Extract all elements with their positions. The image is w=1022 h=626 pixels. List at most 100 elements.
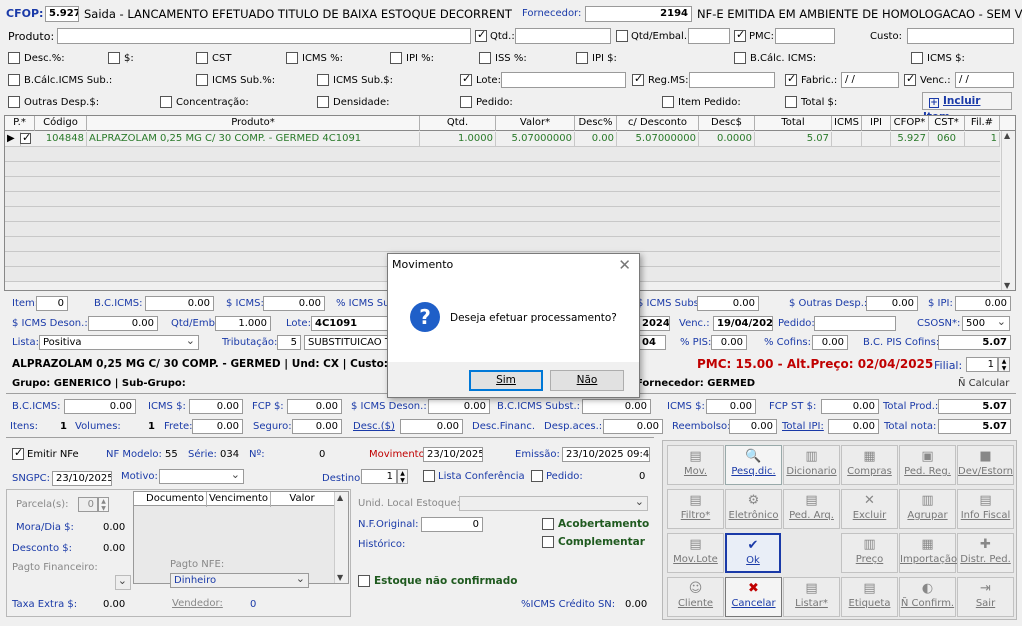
icms-pct-checkbox[interactable] [286,52,298,64]
movimento-field[interactable]: 23/10/2025 [423,447,483,462]
pct-cofins-field[interactable]: 0.00 [812,335,848,350]
col-ipi[interactable]: IPI [862,116,891,131]
acobertamento-checkbox[interactable] [542,518,554,530]
motivo-select[interactable] [159,469,244,484]
ok-button[interactable]: ✔ Ok [725,533,781,573]
ped-reg-button[interactable]: ▣ Ped. Reg. [899,445,956,485]
table-row[interactable] [5,207,1000,222]
scroll-up-icon[interactable]: ▲ [337,493,343,502]
parcelas-grid[interactable]: Documento Vencimento Valor ▲ ▼ [133,491,349,584]
icms-sub-pct-checkbox[interactable] [196,74,208,86]
fabric-checkbox[interactable] [785,72,797,86]
total-ipi-label[interactable]: Total IPI: [782,421,824,432]
lista-select[interactable]: Positiva [39,335,199,350]
col-cst[interactable]: CST* [929,116,965,131]
concentracao-checkbox[interactable] [160,96,172,108]
info-fiscal-button[interactable]: ▤ Info Fiscal [957,489,1014,529]
col-produto[interactable]: Produto* [87,116,420,131]
sair-button[interactable]: ⇥ Sair [957,577,1014,617]
pedido-checkbox[interactable] [460,96,472,108]
col-icms[interactable]: ICMS [832,116,862,131]
close-icon[interactable]: ✕ [618,256,631,274]
table-row[interactable] [5,192,1000,207]
pct-pis-field[interactable]: 0.00 [711,335,747,350]
qtd-checkbox[interactable] [475,28,487,42]
pagto-nfe-select[interactable]: Dinheiro [170,573,309,588]
item-field[interactable]: 0 [36,296,68,311]
total-nota-field[interactable]: 5.07 [938,419,1011,434]
listar-button[interactable]: ▤ Listar* [783,577,840,617]
excluir-button[interactable]: ✕ Excluir [841,489,898,529]
nf-original-field[interactable]: 0 [421,517,483,532]
ipi-field[interactable]: 0.00 [955,296,1011,311]
pmc-field[interactable] [775,28,835,44]
reg-ms-checkbox[interactable] [632,72,644,86]
unid-estoque-select[interactable] [459,496,648,511]
tot-icms-field[interactable]: 0.00 [189,399,243,414]
densidade-checkbox[interactable] [317,96,329,108]
outras-desp-checkbox[interactable] [8,96,20,108]
bcalc-icms-checkbox[interactable] [734,52,746,64]
venc-detail-field[interactable]: 19/04/2026 [713,316,773,331]
col-c-desconto[interactable]: c/ Desconto [617,116,699,131]
cliente-button[interactable]: ☺ Cliente [667,577,724,617]
etiqueta-button[interactable]: ▤ Etiqueta [841,577,898,617]
complementar-checkbox[interactable] [542,536,554,548]
col-valor[interactable]: Valor [271,492,333,507]
preco-button[interactable]: ▥ Preço [841,533,898,573]
nao-button[interactable]: Não [550,370,624,391]
desp-aces-field[interactable]: 0.00 [603,419,663,434]
scroll-up-icon[interactable]: ▲ [1004,131,1010,140]
total-checkbox[interactable] [785,96,797,108]
icms-subst-field[interactable]: 0.00 [697,296,759,311]
destino-spinner-icon[interactable]: ▲ ▼ [397,469,408,484]
icms-dolar-checkbox[interactable] [911,52,923,64]
pedido-nfe-checkbox[interactable] [531,470,543,482]
total-ipi-field[interactable]: 0.00 [828,419,879,434]
table-row[interactable] [5,162,1000,177]
qtd-emb-field[interactable]: 1.000 [215,316,271,331]
col-codigo[interactable]: Código [35,116,87,131]
fabric-field[interactable]: / / [841,72,899,88]
parcelas-scrollbar[interactable]: ▲ ▼ [334,492,348,583]
pesq-dic-button[interactable]: 🔍 Pesq.dic. [725,445,782,485]
compras-button[interactable]: ▦ Compras [841,445,898,485]
col-vencimento[interactable]: Vencimento [207,492,271,507]
emitir-nfe-checkbox[interactable] [12,446,24,460]
tributacao-field[interactable]: SUBSTITUICAO T [304,335,389,350]
bc-icms-field[interactable]: 0.00 [145,296,214,311]
row-checkbox[interactable] [20,131,31,144]
dolar-checkbox[interactable] [108,52,120,64]
cfop-field[interactable]: 5.927 [45,6,79,22]
table-row[interactable] [5,222,1000,237]
cst-checkbox[interactable] [196,52,208,64]
col-qtd[interactable]: Qtd. [420,116,496,131]
parcelas-spinner-icon[interactable]: ▲ ▼ [98,497,109,512]
destino-field[interactable]: 1 [361,469,397,484]
tributacao-code-field[interactable]: 5 [277,335,301,350]
fab-year-field[interactable]: 2024 [638,316,670,331]
mov-lote-button[interactable]: ▤ Mov.Lote [667,533,724,573]
cancelar-button[interactable]: ✖ Cancelar [725,577,782,617]
tot-prod-field[interactable]: 5.07 [938,399,1011,414]
scroll-down-icon[interactable]: ▼ [1004,281,1010,290]
iss-pct-checkbox[interactable] [479,52,491,64]
filial-field[interactable]: 1 [966,357,998,372]
tot-bc-icms-field[interactable]: 0.00 [64,399,136,414]
scroll-down-icon[interactable]: ▼ [337,573,343,582]
n-confirm-button[interactable]: ◐ Ñ Confirm. [899,577,956,617]
tot-fcp-field[interactable]: 0.00 [287,399,342,414]
bc-pis-cofins-field[interactable]: 5.07 [938,335,1011,350]
icms-sub-dolar-checkbox[interactable] [317,74,329,86]
lote-detail-field[interactable]: 4C1091 [311,316,389,331]
pmc-checkbox[interactable] [734,28,746,42]
frete-field[interactable]: 0.00 [192,419,243,434]
incluir-item-button[interactable]: +Incluir Item [922,92,1012,123]
produto-field[interactable] [57,28,471,44]
pagto-financeiro-select[interactable] [115,575,131,590]
lista-conferencia-checkbox[interactable] [423,470,435,482]
qtd-embal-checkbox[interactable] [616,30,628,42]
icms-deson-field[interactable]: 0.00 [88,316,158,331]
venc-field[interactable]: / / [955,72,1014,88]
qtd-embal-field[interactable] [688,28,730,44]
